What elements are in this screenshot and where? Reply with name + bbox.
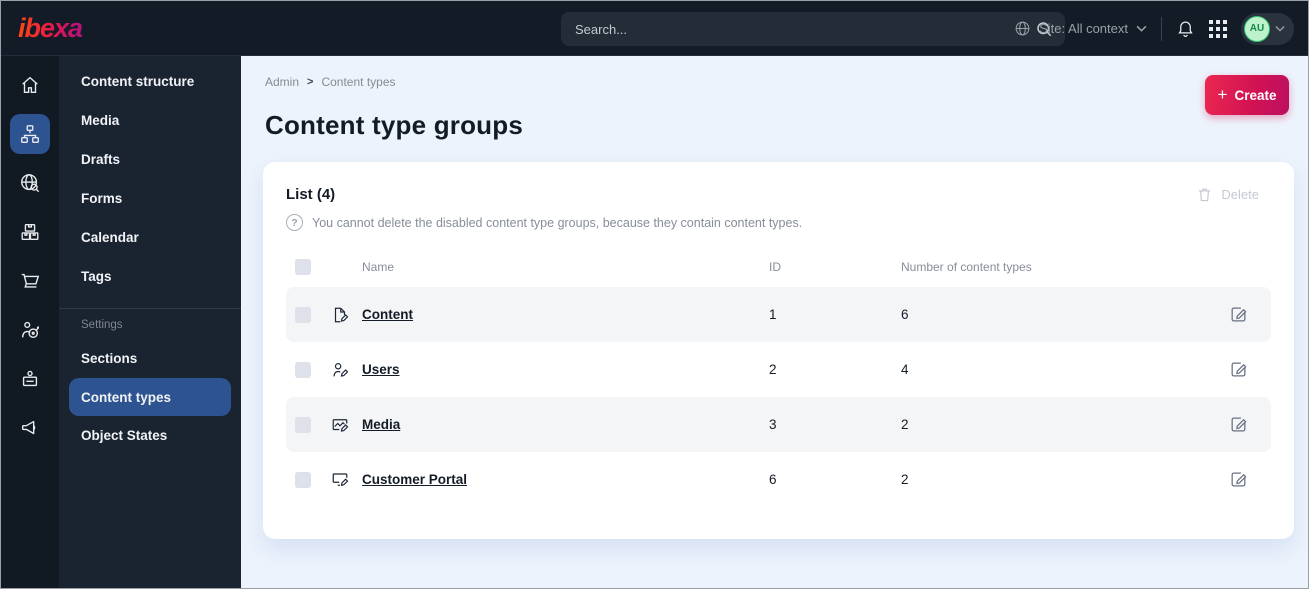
sidebar-item-tags[interactable]: Tags (59, 257, 241, 296)
help-text: You cannot delete the disabled content t… (312, 215, 803, 230)
site-context-label: Site: All context (1039, 21, 1128, 36)
group-id: 3 (769, 417, 777, 432)
chevron-down-icon (1275, 25, 1285, 32)
file-edit-icon (331, 306, 362, 324)
col-name: Name (362, 260, 395, 274)
breadcrumb-admin[interactable]: Admin (265, 75, 299, 89)
chevron-down-icon (1136, 25, 1147, 32)
user-edit-icon (331, 361, 362, 379)
notifications-bell-icon[interactable] (1176, 19, 1195, 38)
group-count: 4 (901, 362, 909, 377)
global-search (561, 12, 1065, 46)
content-type-groups-card: List (4) Delete ? You cannot delete the … (263, 162, 1294, 539)
icon-rail (1, 56, 59, 588)
edit-button[interactable] (1229, 415, 1271, 434)
sidebar-menu: Content structure Media Drafts Forms Cal… (59, 56, 241, 588)
group-link[interactable]: Users (362, 362, 400, 377)
topbar-actions: Site: All context AU (1014, 1, 1294, 56)
group-id: 6 (769, 472, 777, 487)
create-button[interactable]: + Create (1205, 75, 1289, 115)
row-checkbox[interactable] (295, 471, 311, 488)
avatar: AU (1244, 15, 1270, 42)
group-link[interactable]: Customer Portal (362, 472, 467, 487)
help-icon: ? (286, 214, 303, 231)
group-count: 2 (901, 417, 909, 432)
sidebar-item-content-types[interactable]: Content types (69, 378, 231, 416)
globe-icon (1014, 20, 1031, 37)
commerce-cart-icon[interactable] (10, 261, 50, 301)
site-search-icon[interactable] (10, 163, 50, 203)
group-count: 2 (901, 472, 909, 487)
row-checkbox[interactable] (295, 416, 311, 433)
create-button-label: Create (1234, 87, 1277, 103)
plus-icon: + (1217, 85, 1228, 104)
delete-button[interactable]: Delete (1196, 186, 1271, 203)
search-input[interactable] (575, 21, 1035, 37)
topbar-divider (1161, 16, 1162, 41)
content-type-groups-table: Name ID Number of content types Content … (286, 247, 1271, 507)
personalization-icon[interactable] (10, 310, 50, 350)
table-row-media: Media 3 2 (286, 397, 1271, 452)
main-content: Admin > Content types + Create Content t… (241, 56, 1308, 588)
app-grid-icon[interactable] (1209, 19, 1227, 38)
row-checkbox[interactable] (295, 361, 311, 378)
page-title: Content type groups (265, 110, 524, 140)
sidebar-item-object-states[interactable]: Object States (59, 416, 241, 455)
breadcrumb: Admin > Content types (265, 75, 1308, 89)
sidebar-divider (59, 308, 241, 309)
monitor-edit-icon (331, 471, 362, 489)
edit-button[interactable] (1229, 360, 1271, 379)
sidebar-settings-label: Settings (81, 319, 123, 331)
edit-button[interactable] (1229, 470, 1271, 489)
admin-badge-icon[interactable] (10, 359, 50, 399)
products-icon[interactable] (10, 212, 50, 252)
breadcrumb-current: Content types (321, 75, 396, 89)
help-note: ? You cannot delete the disabled content… (286, 214, 1271, 231)
topbar: ibexa Site: All context (1, 1, 1308, 56)
sidebar-item-forms[interactable]: Forms (59, 179, 241, 218)
content-structure-icon[interactable] (10, 114, 50, 154)
ibexa-admin-window: ibexa Site: All context (0, 0, 1309, 589)
table-row-customer-portal: Customer Portal 6 2 (286, 452, 1271, 507)
group-link[interactable]: Content (362, 307, 413, 322)
campaign-megaphone-icon[interactable] (10, 408, 50, 448)
select-all-checkbox[interactable] (295, 259, 311, 275)
trash-icon (1199, 188, 1211, 202)
ibexa-logo[interactable]: ibexa (18, 14, 83, 42)
image-edit-icon (331, 416, 362, 434)
row-checkbox[interactable] (295, 306, 311, 323)
group-id: 2 (769, 362, 777, 377)
group-id: 1 (769, 307, 777, 322)
table-row-content: Content 1 6 (286, 287, 1271, 342)
sidebar-item-content-structure[interactable]: Content structure (59, 62, 241, 101)
group-link[interactable]: Media (362, 417, 400, 432)
table-row-users: Users 2 4 (286, 342, 1271, 397)
site-context-selector[interactable]: Site: All context (1014, 20, 1147, 37)
col-count: Number of content types (901, 260, 1032, 274)
home-icon[interactable] (10, 65, 50, 105)
table-header: Name ID Number of content types (286, 247, 1271, 287)
delete-button-label: Delete (1221, 187, 1259, 202)
sidebar-item-calendar[interactable]: Calendar (59, 218, 241, 257)
edit-button[interactable] (1229, 305, 1271, 324)
sidebar-item-drafts[interactable]: Drafts (59, 140, 241, 179)
list-title: List (4) (286, 186, 336, 203)
sidebar-item-media[interactable]: Media (59, 101, 241, 140)
breadcrumb-separator: > (307, 76, 314, 88)
sidebar-item-sections[interactable]: Sections (59, 339, 241, 378)
col-id: ID (769, 260, 781, 274)
user-menu[interactable]: AU (1241, 12, 1294, 45)
group-count: 6 (901, 307, 909, 322)
